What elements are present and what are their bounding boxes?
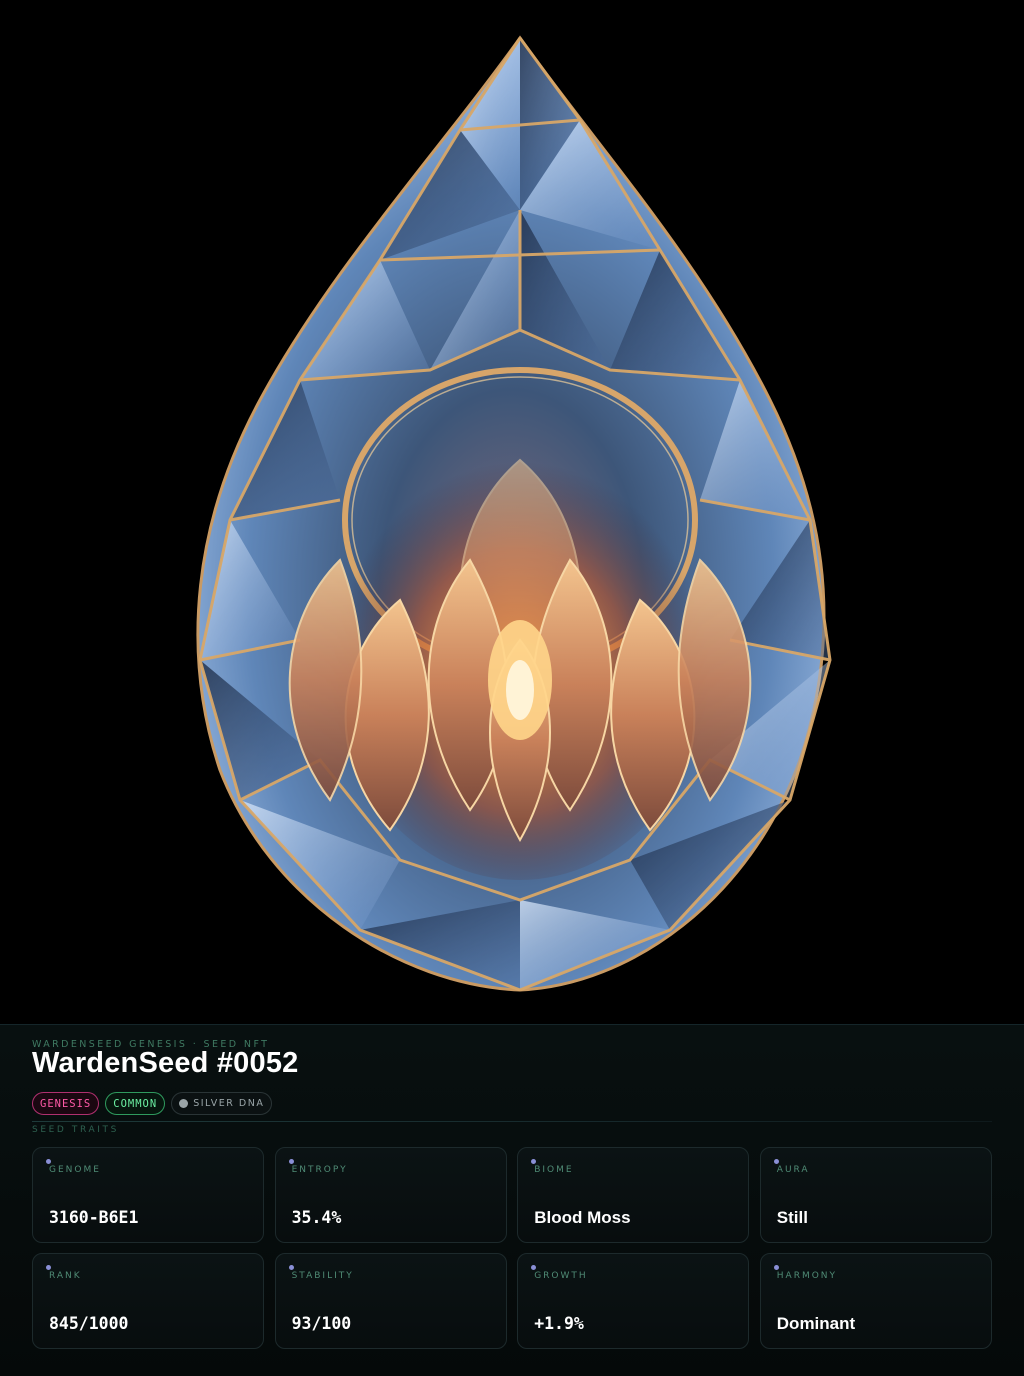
trait-value: Still: [776, 1208, 808, 1227]
trait-dot-icon: [531, 1159, 537, 1164]
trait-card-rank: RANK 845/1000: [32, 1253, 264, 1349]
trait-label: STABILITY: [291, 1271, 354, 1281]
rarity-badge: COMMON: [105, 1092, 166, 1115]
trait-card-aura: AURA Still: [759, 1147, 992, 1243]
trait-dot-icon: [773, 1265, 779, 1270]
trait-card-genome: GENOME 3160-B6E1: [32, 1147, 264, 1243]
trait-value: 35.4%: [291, 1208, 342, 1227]
trait-label: GENOME: [49, 1165, 101, 1175]
genesis-badge-label: GENESIS: [40, 1097, 92, 1110]
trait-dot-icon: [288, 1265, 294, 1270]
nft-artwork: [0, 0, 1024, 1024]
trait-value: 3160-B6E1: [49, 1208, 139, 1227]
trait-card-growth: GROWTH +1.9%: [517, 1253, 750, 1349]
trait-value: +1.9%: [534, 1314, 584, 1333]
nft-info-panel: WARDENSEED GENESIS · SEED NFT WardenSeed…: [0, 1024, 1024, 1376]
dna-badge: SILVER DNA: [171, 1092, 273, 1115]
crystal-seed-artwork: [196, 35, 832, 992]
trait-value: 845/1000: [49, 1314, 129, 1333]
rarity-badge-label: COMMON: [113, 1097, 158, 1110]
divider: [32, 1121, 992, 1122]
trait-label: RANK: [49, 1271, 82, 1281]
trait-label: BIOME: [534, 1165, 574, 1175]
trait-card-harmony: HARMONY Dominant: [759, 1253, 992, 1349]
trait-dot-icon: [46, 1159, 51, 1164]
trait-card-entropy: ENTROPY 35.4%: [274, 1147, 507, 1243]
trait-value: Blood Moss: [534, 1208, 631, 1227]
trait-label: GROWTH: [534, 1271, 588, 1281]
trait-dot-icon: [531, 1265, 537, 1270]
trait-card-stability: STABILITY 93/100: [274, 1253, 507, 1349]
genesis-badge: GENESIS: [32, 1092, 100, 1115]
trait-label: HARMONY: [776, 1271, 838, 1281]
dna-badge-label: SILVER DNA: [193, 1098, 265, 1109]
trait-dot-icon: [46, 1265, 51, 1270]
trait-value: Dominant: [776, 1314, 856, 1333]
trait-dot-icon: [288, 1159, 294, 1164]
traits-grid: GENOME 3160-B6E1 ENTROPY 35.4% BIOME Blo…: [32, 1147, 992, 1349]
trait-label: AURA: [776, 1165, 810, 1175]
trait-card-biome: BIOME Blood Moss: [517, 1147, 750, 1243]
trait-value: 93/100: [291, 1314, 352, 1333]
nft-title: WardenSeed #0052: [32, 1047, 299, 1079]
section-label: SEED TRAITS: [32, 1125, 119, 1135]
trait-label: ENTROPY: [291, 1165, 348, 1175]
badge-row: GENESIS COMMON SILVER DNA: [32, 1092, 273, 1115]
trait-dot-icon: [773, 1159, 779, 1164]
silver-dot-icon: [179, 1099, 189, 1108]
